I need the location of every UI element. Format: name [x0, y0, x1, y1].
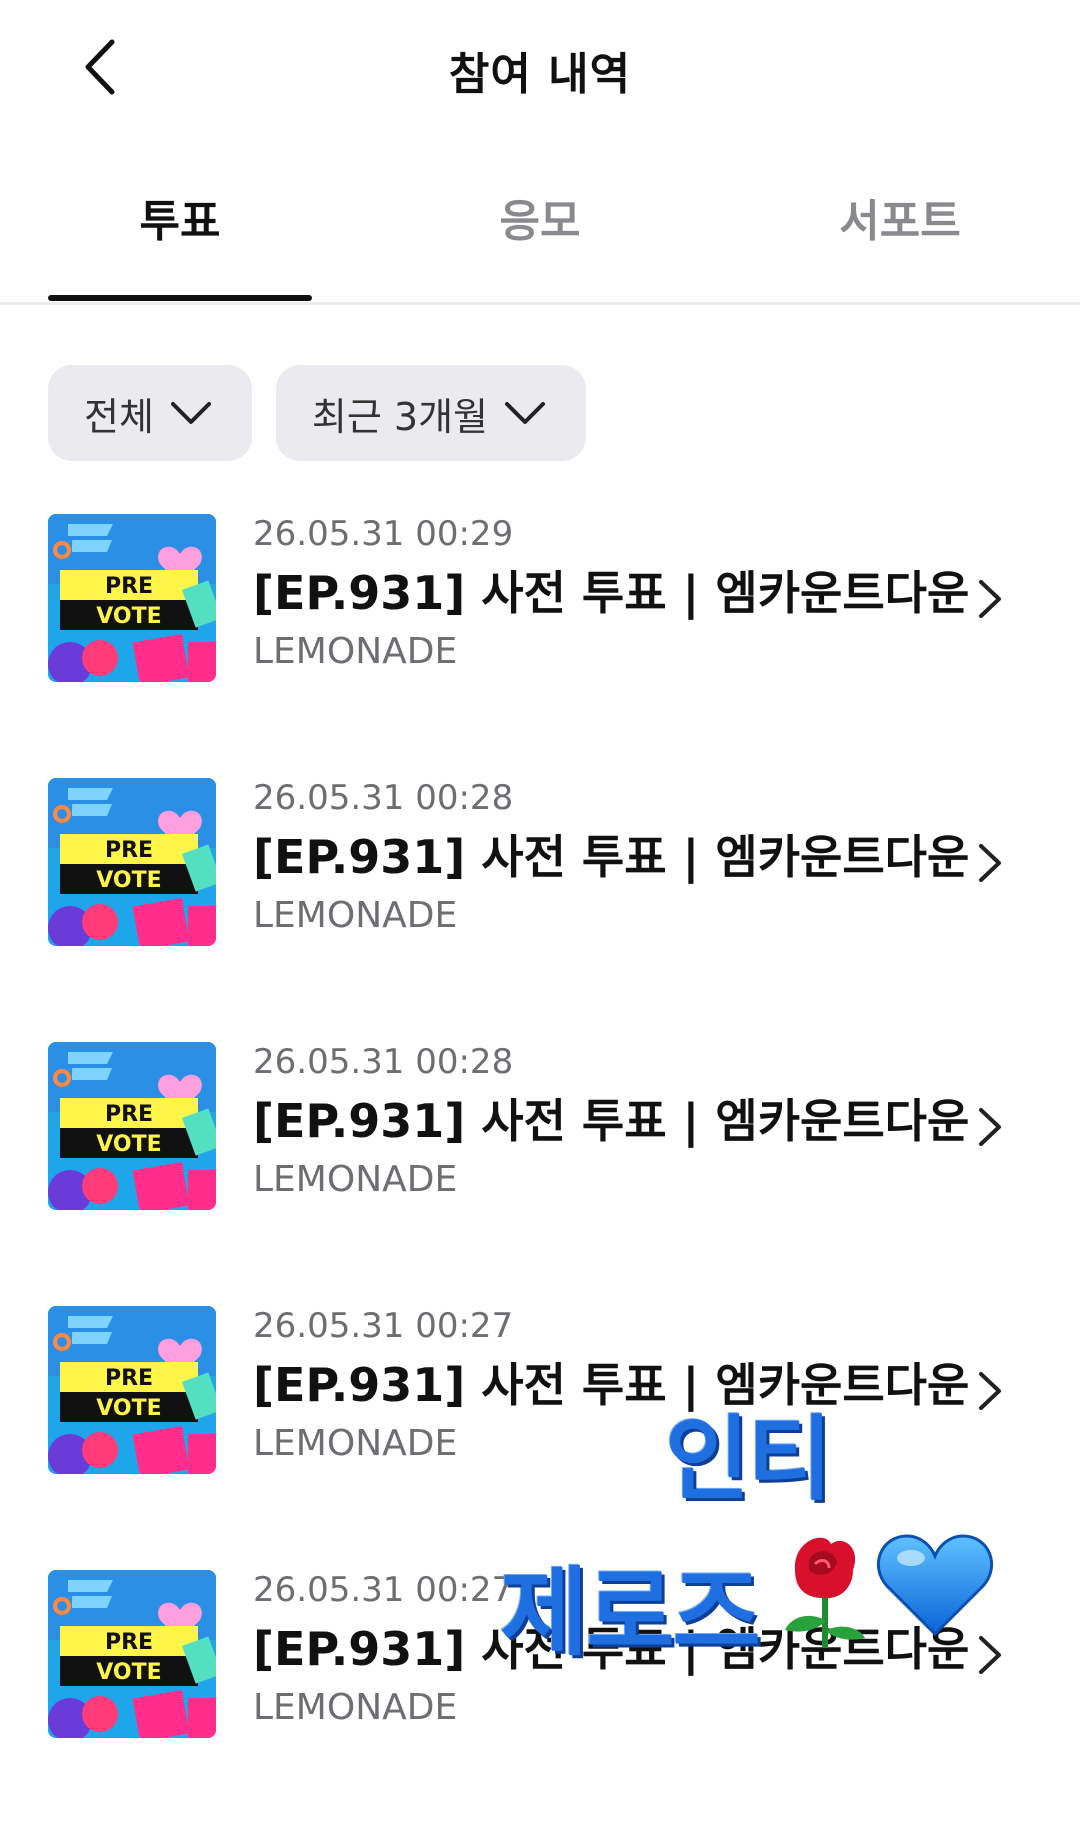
filter-bar: 전체 최근 3개월 [48, 365, 587, 461]
item-brand: LEMONADE [253, 631, 458, 672]
filter-category-label: 전체 [84, 394, 154, 439]
item-title: [EP.931] 사전 투표 | 엠카운트다운 [253, 1094, 970, 1148]
thumb-line2: VOTE [96, 868, 161, 893]
item-brand: LEMONADE [253, 1423, 458, 1464]
pre-vote-thumbnail: PRE VOTE [48, 778, 216, 946]
list-item[interactable]: PRE VOTE 26.05.31 00:29 [EP.931] 사전 투표 |… [0, 514, 1080, 686]
chevron-down-icon [504, 400, 546, 426]
tab-support[interactable]: 서포트 [770, 185, 1030, 305]
thumb-line1: PRE [105, 1102, 153, 1127]
item-meta: 26.05.31 00:28 [EP.931] 사전 투표 | 엠카운트다운 L… [253, 1042, 973, 1202]
item-date: 26.05.31 00:27 [253, 1306, 514, 1346]
item-title: [EP.931] 사전 투표 | 엠카운트다운 [253, 566, 970, 620]
pre-vote-thumbnail: PRE VOTE [48, 1570, 216, 1738]
filter-category-dropdown[interactable]: 전체 [48, 365, 252, 461]
list-item[interactable]: PRE VOTE 26.05.31 00:28 [EP.931] 사전 투표 |… [0, 1042, 1080, 1214]
chevron-down-icon [170, 400, 212, 426]
item-meta: 26.05.31 00:29 [EP.931] 사전 투표 | 엠카운트다운 L… [253, 514, 973, 674]
header: 참여 내역 [0, 0, 1080, 140]
list-item[interactable]: PRE VOTE 26.05.31 00:28 [EP.931] 사전 투표 |… [0, 778, 1080, 950]
tab-vote[interactable]: 투표 [48, 185, 312, 305]
item-meta: 26.05.31 00:28 [EP.931] 사전 투표 | 엠카운트다운 L… [253, 778, 973, 938]
item-date: 26.05.31 00:28 [253, 1042, 514, 1082]
rose-icon [775, 1530, 875, 1650]
item-brand: LEMONADE [253, 1687, 458, 1728]
thumb-line2: VOTE [96, 1396, 161, 1421]
tab-bar: 투표 응모 서포트 [0, 185, 1080, 305]
filter-period-label: 최근 3개월 [311, 394, 489, 439]
chevron-right-icon [970, 838, 1010, 888]
item-meta: 26.05.31 00:27 [EP.931] 사전 투표 | 엠카운트다운 L… [253, 1306, 973, 1466]
list-item[interactable]: PRE VOTE 26.05.31 00:27 [EP.931] 사전 투표 |… [0, 1306, 1080, 1478]
pre-vote-thumbnail: PRE VOTE [48, 1042, 216, 1210]
tab-entry[interactable]: 응모 [410, 185, 670, 305]
chevron-right-icon [970, 1102, 1010, 1152]
active-tab-indicator [48, 295, 312, 301]
thumb-line1: PRE [105, 1630, 153, 1655]
thumb-line2: VOTE [96, 604, 161, 629]
thumb-line2: VOTE [96, 1132, 161, 1157]
chevron-right-icon [970, 574, 1010, 624]
pre-vote-thumbnail: PRE VOTE [48, 1306, 216, 1474]
blue-heart-icon [875, 1530, 995, 1640]
thumb-line1: PRE [105, 838, 153, 863]
pre-vote-thumbnail: PRE VOTE [48, 514, 216, 682]
chevron-right-icon [970, 1366, 1010, 1416]
thumb-line1: PRE [105, 574, 153, 599]
thumb-line2: VOTE [96, 1660, 161, 1685]
item-date: 26.05.31 00:28 [253, 778, 514, 818]
item-title: [EP.931] 사전 투표 | 엠카운트다운 [253, 1358, 970, 1412]
item-title: [EP.931] 사전 투표 | 엠카운트다운 [253, 830, 970, 884]
item-brand: LEMONADE [253, 1159, 458, 1200]
page-title: 참여 내역 [448, 49, 632, 100]
item-date: 26.05.31 00:29 [253, 514, 514, 554]
item-brand: LEMONADE [253, 895, 458, 936]
thumb-line1: PRE [105, 1366, 153, 1391]
filter-period-dropdown[interactable]: 최근 3개월 [275, 365, 587, 461]
